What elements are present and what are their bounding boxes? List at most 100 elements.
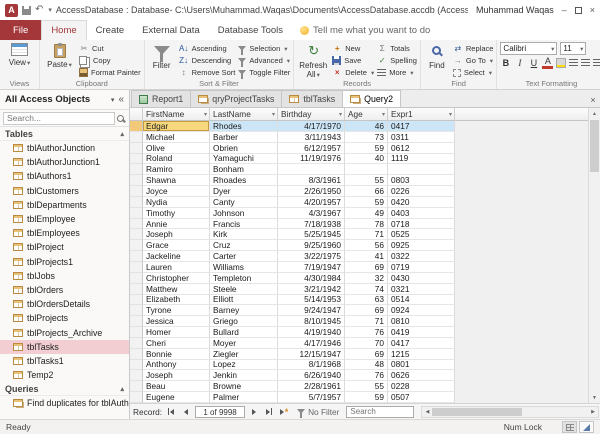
nav-item-find-duplicates-for-tblauthors[interactable]: Find duplicates for tblAuthors	[0, 396, 129, 410]
find-button[interactable]: Find	[424, 42, 450, 70]
cell-firstname[interactable]: Shawna	[143, 175, 210, 186]
cell-lastname[interactable]: Moyer	[210, 338, 278, 349]
cell-age[interactable]: 41	[345, 251, 388, 262]
new-blank-record-button[interactable]: *	[278, 406, 290, 418]
cell-lastname[interactable]: Bonham	[210, 164, 278, 175]
cell-firstname[interactable]: Elizabeth	[143, 295, 210, 306]
new-record-button[interactable]: +New	[332, 43, 374, 54]
remove-sort-button[interactable]: ↕Remove Sort	[179, 67, 236, 78]
cell-birthday[interactable]: 9/24/1947	[278, 305, 345, 316]
cell-age[interactable]: 32	[345, 273, 388, 284]
cell-firstname[interactable]: Joseph	[143, 229, 210, 240]
document-tab-query2[interactable]: Query2	[342, 90, 401, 107]
cell-age[interactable]: 76	[345, 327, 388, 338]
record-selector[interactable]	[130, 175, 143, 186]
cell-lastname[interactable]: Canty	[210, 197, 278, 208]
cell-firstname[interactable]: Matthew	[143, 284, 210, 295]
cell-birthday[interactable]: 6/12/1957	[278, 143, 345, 154]
cell-birthday[interactable]: 8/3/1961	[278, 175, 345, 186]
record-selector[interactable]	[130, 197, 143, 208]
scroll-up-icon[interactable]: ▲	[589, 108, 600, 119]
toggle-filter-button[interactable]: Toggle Filter	[238, 67, 290, 78]
qat-dropdown-icon[interactable]: ▾	[48, 6, 52, 14]
shutter-bar-icon[interactable]: «	[118, 94, 124, 105]
cell-birthday[interactable]: 12/15/1947	[278, 349, 345, 360]
filter-status-button[interactable]: No Filter	[297, 407, 339, 417]
replace-button[interactable]: ⇄Replace	[453, 43, 494, 54]
cell-birthday[interactable]: 3/22/1975	[278, 251, 345, 262]
cell-expr1[interactable]: 1119	[388, 154, 455, 165]
cell-firstname[interactable]: Christopher	[143, 273, 210, 284]
record-selector[interactable]	[130, 327, 143, 338]
cell-firstname[interactable]: Joseph	[143, 370, 210, 381]
cell-expr1[interactable]: 0718	[388, 219, 455, 230]
record-selector[interactable]	[130, 370, 143, 381]
column-dropdown-icon[interactable]: ▾	[272, 111, 275, 118]
cell-lastname[interactable]: Barney	[210, 305, 278, 316]
cell-lastname[interactable]: Ziegler	[210, 349, 278, 360]
cell-age[interactable]: 48	[345, 360, 388, 371]
record-selector[interactable]	[130, 229, 143, 240]
cell-firstname[interactable]: Cheri	[143, 338, 210, 349]
more-button[interactable]: More▾	[377, 67, 417, 78]
cell-age[interactable]: 71	[345, 229, 388, 240]
access-app-icon[interactable]: A	[5, 4, 18, 17]
cell-lastname[interactable]: Williams	[210, 262, 278, 273]
nav-item-tblorders[interactable]: tblOrders	[0, 283, 129, 297]
nav-item-temp2[interactable]: Temp2	[0, 368, 129, 382]
italic-button[interactable]: I	[514, 58, 525, 68]
nav-item-tblemployees[interactable]: tblEmployees	[0, 226, 129, 240]
tell-me-box[interactable]: Tell me what you want to do	[300, 20, 430, 40]
cell-birthday[interactable]: 2/26/1950	[278, 186, 345, 197]
record-search-input[interactable]	[346, 406, 414, 418]
cell-birthday[interactable]: 5/7/1957	[278, 392, 345, 403]
cell-birthday[interactable]: 9/25/1960	[278, 240, 345, 251]
cell-lastname[interactable]: Francis	[210, 219, 278, 230]
cell-birthday[interactable]: 4/30/1984	[278, 273, 345, 284]
cell-firstname[interactable]: Eugene	[143, 392, 210, 403]
cell-birthday[interactable]: 8/1/1968	[278, 360, 345, 371]
cut-button[interactable]: ✂Cut	[79, 43, 141, 54]
cell-age[interactable]: 56	[345, 240, 388, 251]
cell-birthday[interactable]: 8/10/1945	[278, 316, 345, 327]
record-selector[interactable]	[130, 273, 143, 284]
nav-item-tblcustomers[interactable]: tblCustomers	[0, 184, 129, 198]
align-right-icon[interactable]	[593, 59, 600, 67]
cell-lastname[interactable]: Elliott	[210, 295, 278, 306]
cell-firstname[interactable]: Beau	[143, 381, 210, 392]
font-name-combo[interactable]: Calibri▾	[500, 42, 557, 55]
record-selector[interactable]	[130, 381, 143, 392]
cell-age[interactable]: 59	[345, 392, 388, 403]
nav-item-tblemployee[interactable]: tblEmployee	[0, 212, 129, 226]
cell-expr1[interactable]: 0507	[388, 392, 455, 403]
document-tab-qryprojecttasks[interactable]: qryProjectTasks	[190, 90, 282, 107]
cell-age[interactable]: 49	[345, 208, 388, 219]
datasheet-view-button[interactable]	[562, 421, 577, 433]
chevron-down-icon[interactable]: ▾	[111, 96, 115, 104]
cell-age[interactable]: 76	[345, 370, 388, 381]
font-color-button[interactable]: A	[542, 57, 553, 69]
underline-button[interactable]: U	[528, 58, 539, 68]
cell-lastname[interactable]: Jenkin	[210, 370, 278, 381]
record-selector[interactable]	[130, 349, 143, 360]
cell-expr1[interactable]: 0626	[388, 370, 455, 381]
cell-age[interactable]: 69	[345, 262, 388, 273]
undo-icon[interactable]: ↶	[35, 5, 43, 15]
nav-section-tables[interactable]: Tables▴	[0, 127, 129, 141]
cell-firstname[interactable]: Annie	[143, 219, 210, 230]
cell-age[interactable]: 40	[345, 154, 388, 165]
cell-lastname[interactable]: Griego	[210, 316, 278, 327]
record-selector[interactable]	[130, 392, 143, 403]
cell-expr1[interactable]: 0403	[388, 208, 455, 219]
spelling-button[interactable]: ✓Spelling	[377, 55, 417, 66]
nav-item-tbltasks1[interactable]: tblTasks1	[0, 354, 129, 368]
maximize-button[interactable]	[575, 7, 582, 14]
align-center-icon[interactable]	[581, 59, 590, 67]
design-view-button[interactable]	[579, 421, 594, 433]
cell-expr1[interactable]: 0525	[388, 229, 455, 240]
nav-item-tbltasks[interactable]: tblTasks	[0, 340, 129, 354]
selection-button[interactable]: Selection▾	[238, 43, 290, 54]
cell-birthday[interactable]: 7/18/1938	[278, 219, 345, 230]
column-dropdown-icon[interactable]: ▾	[382, 111, 385, 118]
column-dropdown-icon[interactable]: ▾	[449, 111, 452, 118]
